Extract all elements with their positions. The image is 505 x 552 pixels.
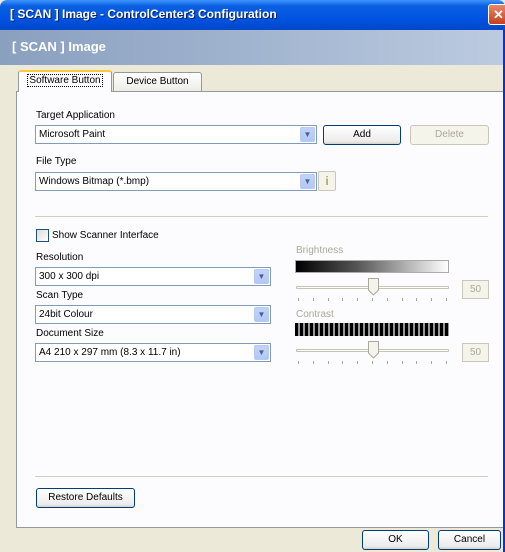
document-size-label: Document Size [36, 328, 104, 339]
window-titlebar: [ SCAN ] Image - ControlCenter3 Configur… [0, 0, 505, 30]
slider-tick [416, 298, 418, 301]
slider-tick [312, 361, 314, 364]
brightness-slider-thumb[interactable] [368, 278, 379, 296]
brightness-label: Brightness [296, 245, 344, 256]
slider-tick [357, 361, 359, 364]
tab-label: Software Button [27, 74, 103, 87]
header-band: [ SCAN ] Image [0, 30, 505, 65]
contrast-value-box[interactable]: 50 [462, 343, 489, 362]
file-type-label: File Type [36, 156, 77, 167]
slider-tick [431, 361, 433, 364]
chevron-down-icon[interactable]: ▼ [254, 345, 269, 360]
window-title: [ SCAN ] Image - ControlCenter3 Configur… [10, 7, 277, 21]
add-button[interactable]: Add [323, 125, 401, 145]
file-type-value: Windows Bitmap (*.bmp) [39, 176, 150, 187]
brightness-gradient-bar [295, 260, 449, 273]
resolution-label: Resolution [36, 252, 84, 263]
contrast-label: Contrast [296, 309, 334, 320]
ok-button[interactable]: OK [362, 530, 429, 550]
header-title: [ SCAN ] Image [12, 39, 106, 54]
contrast-slider-thumb[interactable] [368, 341, 379, 359]
slider-tick [312, 298, 314, 301]
resolution-select[interactable]: 300 x 300 dpi ▼ [35, 267, 271, 286]
close-icon: ✕ [493, 7, 504, 22]
info-icon: i [325, 174, 329, 188]
tab-label: Device Button [126, 76, 189, 87]
chevron-down-icon[interactable]: ▼ [254, 269, 269, 284]
brightness-ticks [298, 298, 448, 302]
separator [35, 216, 488, 218]
target-application-value: Microsoft Paint [39, 129, 106, 140]
slider-tick [446, 361, 447, 364]
tab-device-button[interactable]: Device Button [113, 72, 202, 92]
slider-tick [431, 298, 433, 301]
resolution-value: 300 x 300 dpi [39, 271, 100, 282]
slider-tick [298, 298, 299, 301]
slider-tick [372, 298, 373, 301]
brightness-value-box[interactable]: 50 [462, 280, 489, 299]
slider-tick [372, 361, 373, 364]
slider-tick [401, 298, 403, 301]
chevron-down-icon[interactable]: ▼ [300, 127, 315, 142]
slider-tick [357, 298, 359, 301]
target-application-select[interactable]: Microsoft Paint ▼ [35, 125, 317, 144]
slider-tick [298, 361, 299, 364]
chevron-down-icon[interactable]: ▼ [254, 307, 269, 322]
scan-type-value: 24bit Colour [39, 309, 93, 320]
slider-tick [416, 361, 418, 364]
cancel-button[interactable]: Cancel [438, 530, 501, 550]
contrast-pattern-bar [295, 323, 449, 336]
slider-tick [446, 298, 447, 301]
show-scanner-interface-checkbox[interactable] [36, 229, 49, 242]
file-type-info-button[interactable]: i [318, 171, 336, 191]
slider-tick [386, 361, 388, 364]
chevron-down-icon[interactable]: ▼ [300, 174, 315, 189]
slider-tick [342, 298, 344, 301]
document-size-value: A4 210 x 297 mm (8.3 x 11.7 in) [39, 347, 181, 358]
contrast-ticks [298, 361, 448, 365]
scan-type-select[interactable]: 24bit Colour ▼ [35, 305, 271, 324]
tab-software-button[interactable]: Software Button [18, 70, 112, 92]
scan-type-label: Scan Type [36, 290, 84, 301]
separator [35, 476, 488, 478]
show-scanner-interface-label: Show Scanner Interface [52, 230, 159, 241]
close-button[interactable]: ✕ [488, 4, 505, 25]
slider-tick [327, 298, 329, 301]
slider-tick [327, 361, 329, 364]
target-application-label: Target Application [36, 110, 115, 121]
slider-tick [401, 361, 403, 364]
restore-defaults-button[interactable]: Restore Defaults [36, 488, 135, 508]
slider-tick [386, 298, 388, 301]
slider-tick [342, 361, 344, 364]
file-type-select[interactable]: Windows Bitmap (*.bmp) ▼ [35, 172, 317, 191]
delete-button[interactable]: Delete [410, 125, 489, 145]
document-size-select[interactable]: A4 210 x 297 mm (8.3 x 11.7 in) ▼ [35, 343, 271, 362]
